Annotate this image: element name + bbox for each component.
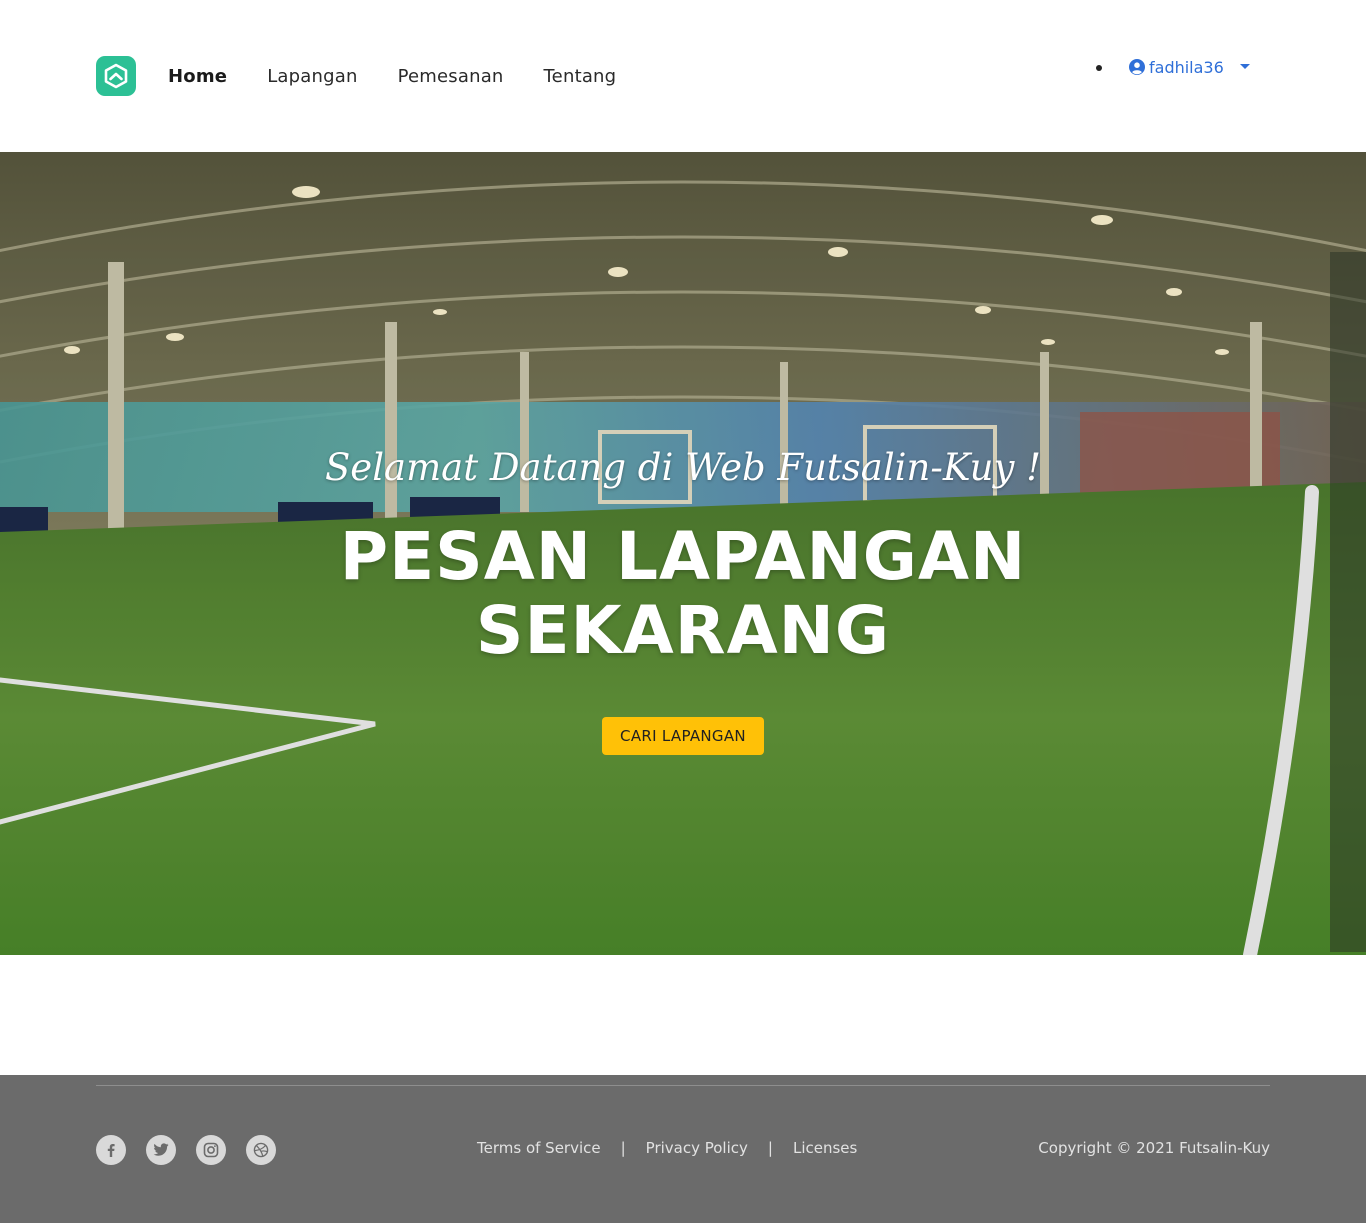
user-circle-icon [1129,59,1145,75]
hero-banner: Selamat Datang di Web Futsalin-Kuy ! PES… [0,152,1366,955]
privacy-policy-link[interactable]: Privacy Policy [646,1139,748,1157]
footer-separator: | [620,1139,626,1157]
dribbble-icon[interactable] [246,1135,276,1165]
nav-home[interactable]: Home [168,66,227,87]
copyright-text: Copyright © 2021 Futsalin-Kuy [1038,1139,1270,1157]
brand-logo[interactable] [96,56,136,96]
instagram-icon[interactable] [196,1135,226,1165]
facebook-icon[interactable] [96,1135,126,1165]
twitter-icon[interactable] [146,1135,176,1165]
search-field-button[interactable]: CARI LAPANGAN [602,717,764,755]
hero-subtitle: Selamat Datang di Web Futsalin-Kuy ! [324,446,1042,489]
footer-separator: | [767,1139,773,1157]
terms-of-service-link[interactable]: Terms of Service [477,1139,601,1157]
navbar: Home Lapangan Pemesanan Tentang fadhila3… [0,0,1366,152]
footer-divider [96,1085,1270,1086]
nav-pemesanan[interactable]: Pemesanan [398,66,504,87]
hero-title-line2: SEKARANG [475,592,891,669]
footer: Terms of Service | Privacy Policy | Lice… [0,1075,1366,1223]
social-links [96,1135,296,1165]
footer-links: Terms of Service | Privacy Policy | Lice… [477,1139,857,1157]
username-label: fadhila36 [1149,57,1224,77]
hero-title-line1: PESAN LAPANGAN [339,518,1027,595]
hexagon-logo-icon [104,63,128,89]
nav-tentang[interactable]: Tentang [544,66,617,87]
nav-lapangan[interactable]: Lapangan [267,66,357,87]
hero-title: PESAN LAPANGAN SEKARANG [283,520,1083,668]
list-bullet [1096,65,1102,71]
main-nav: Home Lapangan Pemesanan Tentang [168,62,656,90]
licenses-link[interactable]: Licenses [793,1139,857,1157]
chevron-down-icon [1239,63,1250,69]
user-dropdown-toggle[interactable]: fadhila36 [1129,58,1250,77]
user-menu: fadhila36 [1096,56,1250,78]
